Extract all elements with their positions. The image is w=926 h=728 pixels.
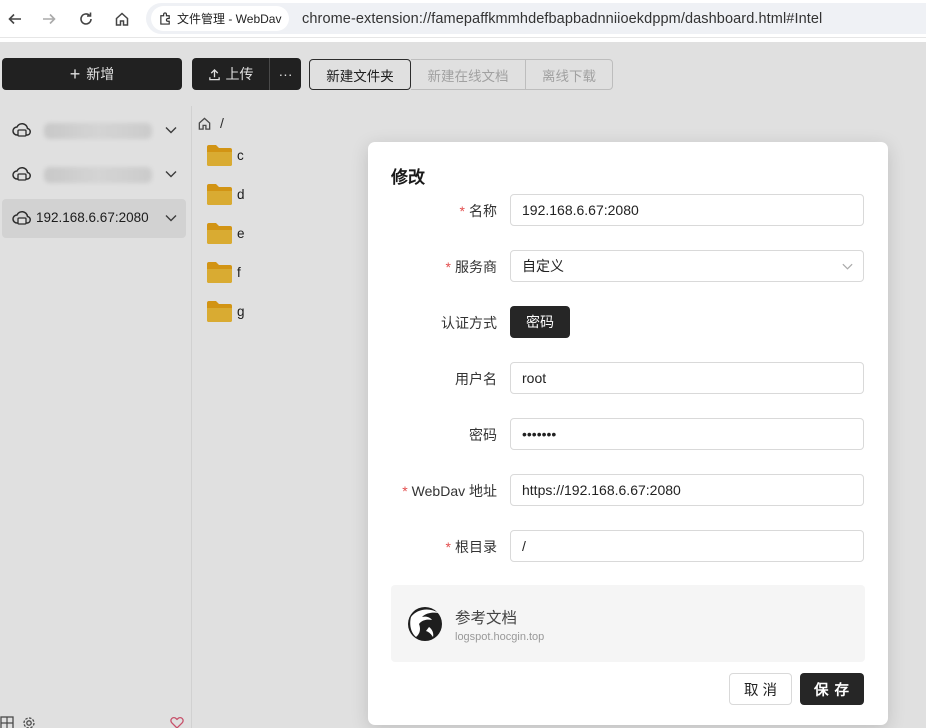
provider-select[interactable]: 自定义 bbox=[510, 250, 864, 282]
auth-password-button[interactable]: 密码 bbox=[510, 306, 570, 338]
webdav-url-input[interactable]: https://192.168.6.67:2080 bbox=[510, 474, 864, 506]
edit-dialog: 修改 * 名称 192.168.6.67:2080 * 服务商 自定义 认证方式 密… bbox=[368, 142, 888, 725]
home-button[interactable] bbox=[110, 7, 134, 31]
reload-icon bbox=[80, 12, 92, 25]
webdav-url-value: https://192.168.6.67:2080 bbox=[522, 482, 681, 498]
webdav-url-label: * WebDav 地址 bbox=[402, 481, 497, 501]
forward-button[interactable] bbox=[37, 7, 61, 31]
dialog-title: 修改 bbox=[391, 168, 425, 187]
back-button[interactable] bbox=[3, 7, 27, 31]
username-input-value: root bbox=[522, 370, 547, 386]
cancel-button[interactable]: 取 消 bbox=[729, 673, 792, 705]
provider-label-text: 服务商 bbox=[455, 259, 497, 275]
password-label: 密码 bbox=[469, 427, 497, 443]
home-icon bbox=[115, 12, 129, 26]
reference-doc-url: logspot.hocgin.top bbox=[455, 631, 545, 643]
required-mark: * bbox=[402, 483, 408, 499]
username-input[interactable]: root bbox=[510, 362, 864, 394]
username-label: 用户名 bbox=[455, 371, 497, 387]
provider-select-value: 自定义 bbox=[522, 258, 564, 274]
address-bar[interactable]: 文件管理 - WebDav chrome-extension://famepaf… bbox=[146, 3, 926, 34]
browser-toolbar: 文件管理 - WebDav chrome-extension://famepaf… bbox=[0, 0, 926, 38]
root-dir-label: * 根目录 bbox=[446, 537, 497, 557]
required-mark: * bbox=[445, 259, 451, 275]
provider-label: * 服务商 bbox=[446, 257, 497, 277]
logo-icon bbox=[408, 607, 442, 641]
root-label-text: 根目录 bbox=[455, 539, 497, 555]
required-mark: * bbox=[459, 203, 465, 219]
root-dir-value: / bbox=[522, 538, 526, 554]
save-button[interactable]: 保 存 bbox=[800, 673, 864, 705]
arrow-right-icon bbox=[43, 13, 56, 25]
auth-label: 认证方式 bbox=[441, 315, 497, 331]
root-dir-input[interactable]: / bbox=[510, 530, 864, 562]
chevron-down-icon bbox=[842, 263, 853, 270]
password-input-value: ••••••• bbox=[522, 426, 557, 442]
password-input[interactable]: ••••••• bbox=[510, 418, 864, 450]
url-text: chrome-extension://famepaffkmmhdefbapbad… bbox=[302, 11, 823, 27]
site-info-chip[interactable]: 文件管理 - WebDav bbox=[151, 6, 290, 31]
name-input-value: 192.168.6.67:2080 bbox=[522, 202, 639, 218]
required-mark: * bbox=[445, 539, 451, 555]
tab-title: 文件管理 - WebDav bbox=[177, 12, 282, 26]
name-label-text: 名称 bbox=[469, 203, 497, 219]
reload-button[interactable] bbox=[74, 7, 98, 31]
arrow-left-icon bbox=[8, 13, 21, 25]
webdav-label-text: WebDav 地址 bbox=[411, 483, 497, 499]
name-label: * 名称 bbox=[460, 201, 497, 221]
reference-doc-card[interactable]: 参考文档 logspot.hocgin.top bbox=[391, 585, 865, 662]
reference-doc-title: 参考文档 bbox=[455, 610, 518, 627]
extension-icon bbox=[160, 12, 170, 25]
name-input[interactable]: 192.168.6.67:2080 bbox=[510, 194, 864, 226]
